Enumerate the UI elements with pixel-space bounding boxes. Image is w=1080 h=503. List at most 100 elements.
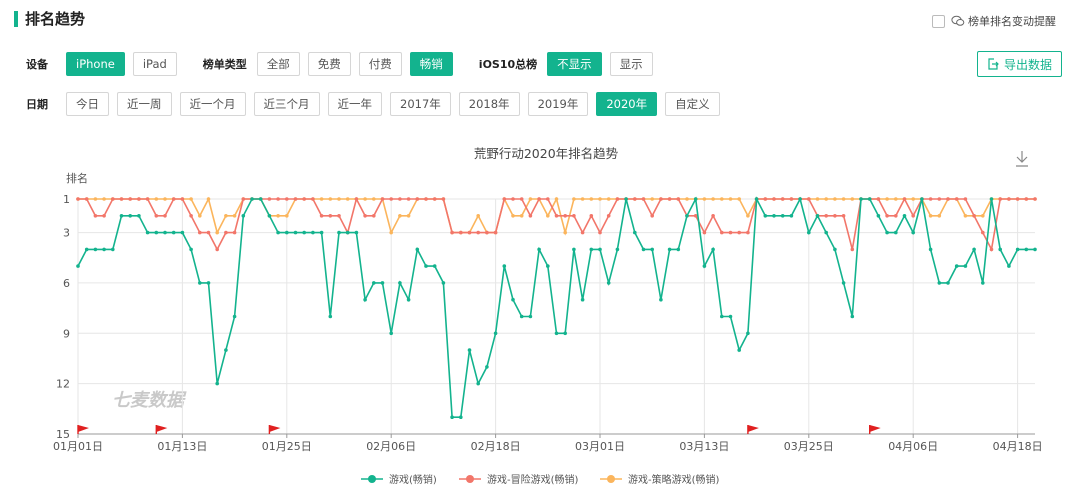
data-point: [606, 197, 611, 201]
flag-marker-3[interactable]: [747, 425, 759, 434]
data-point: [215, 381, 219, 386]
data-point: [763, 214, 768, 218]
data-point: [302, 197, 307, 201]
data-point: [824, 214, 828, 218]
data-point: [693, 197, 698, 201]
data-point: [789, 214, 794, 218]
data-point: [76, 264, 80, 268]
y-tick-label-3: 9: [63, 327, 70, 340]
data-point: [467, 348, 472, 352]
data-point: [789, 197, 794, 201]
data-point: [163, 214, 167, 218]
data-point: [598, 230, 602, 235]
data-point: [337, 230, 341, 235]
data-point: [232, 314, 237, 319]
data-point: [998, 197, 1002, 201]
chart-legend: 游戏(畅销) 游戏-冒险游戏(畅销) 游戏-策略游戏(畅销): [361, 473, 720, 486]
flag-marker-0[interactable]: [77, 425, 89, 434]
data-point: [911, 214, 915, 218]
data-point: [772, 214, 776, 218]
data-point: [137, 214, 141, 218]
data-point: [84, 247, 89, 252]
data-point: [807, 230, 811, 235]
data-point: [728, 314, 733, 319]
data-point: [546, 214, 550, 218]
data-point: [754, 197, 759, 201]
data-point: [928, 214, 933, 218]
data-point: [493, 230, 498, 235]
data-point: [511, 197, 515, 201]
series-0: [76, 196, 1037, 420]
data-point: [633, 197, 637, 201]
data-point: [372, 281, 376, 285]
data-point: [989, 247, 994, 252]
data-point: [894, 214, 898, 218]
data-point: [276, 230, 280, 235]
data-point: [954, 197, 959, 201]
event-flags: [77, 425, 881, 434]
data-point: [328, 314, 333, 319]
data-point: [215, 247, 219, 252]
data-point: [424, 264, 428, 268]
data-point: [389, 197, 394, 201]
data-point: [389, 230, 394, 235]
legend-item-0[interactable]: 游戏(畅销): [361, 473, 437, 486]
data-point: [746, 230, 750, 235]
data-point: [406, 197, 411, 201]
data-point: [737, 197, 741, 201]
data-point: [154, 230, 159, 235]
data-point: [354, 197, 359, 201]
data-point: [345, 197, 350, 201]
data-point: [476, 381, 481, 386]
download-chart-icon[interactable]: [1016, 151, 1028, 167]
data-point: [511, 297, 515, 302]
data-point: [432, 197, 437, 201]
flag-marker-2[interactable]: [268, 425, 281, 434]
data-point: [398, 281, 402, 285]
series-line-0: [77, 196, 1035, 419]
legend-item-2[interactable]: 游戏-策略游戏(畅销): [600, 473, 720, 486]
flag-marker-1[interactable]: [155, 425, 168, 434]
data-point: [972, 247, 976, 252]
rank-trend-chart: 荒野行动2020年排名趋势 排名 七麦数据 01月01日 01月13日 01月25日…: [53, 146, 1043, 486]
data-point: [546, 197, 550, 201]
data-point: [659, 197, 663, 201]
data-point: [180, 197, 185, 201]
data-point: [189, 214, 193, 218]
data-point: [937, 197, 942, 201]
data-point: [189, 247, 193, 252]
data-point: [563, 331, 567, 336]
flag-marker-4[interactable]: [869, 425, 881, 434]
data-point: [528, 314, 533, 319]
data-point: [963, 197, 968, 201]
data-point: [93, 214, 98, 218]
data-point: [206, 230, 211, 235]
data-point: [459, 230, 463, 235]
data-point: [93, 197, 98, 201]
data-point: [285, 230, 289, 235]
data-point: [833, 197, 837, 201]
data-point: [572, 214, 576, 218]
data-point: [963, 214, 968, 218]
data-point: [337, 214, 341, 218]
data-point: [363, 214, 367, 218]
data-point: [485, 365, 489, 369]
data-point: [1015, 197, 1020, 201]
data-point: [485, 230, 489, 235]
data-point: [93, 247, 98, 252]
data-point: [885, 214, 889, 218]
data-point: [232, 230, 237, 235]
data-point: [363, 297, 367, 302]
data-point: [641, 247, 646, 252]
data-point: [519, 214, 524, 218]
chart-series: [76, 196, 1037, 420]
data-point: [563, 214, 567, 218]
data-point: [198, 281, 202, 285]
data-point: [154, 214, 159, 218]
legend-item-1[interactable]: 游戏-冒险游戏(畅销): [459, 473, 579, 486]
data-point: [415, 247, 420, 252]
y-axis-label: 排名: [66, 171, 88, 185]
data-point: [319, 197, 324, 201]
data-point: [102, 214, 106, 218]
data-point: [667, 247, 672, 252]
